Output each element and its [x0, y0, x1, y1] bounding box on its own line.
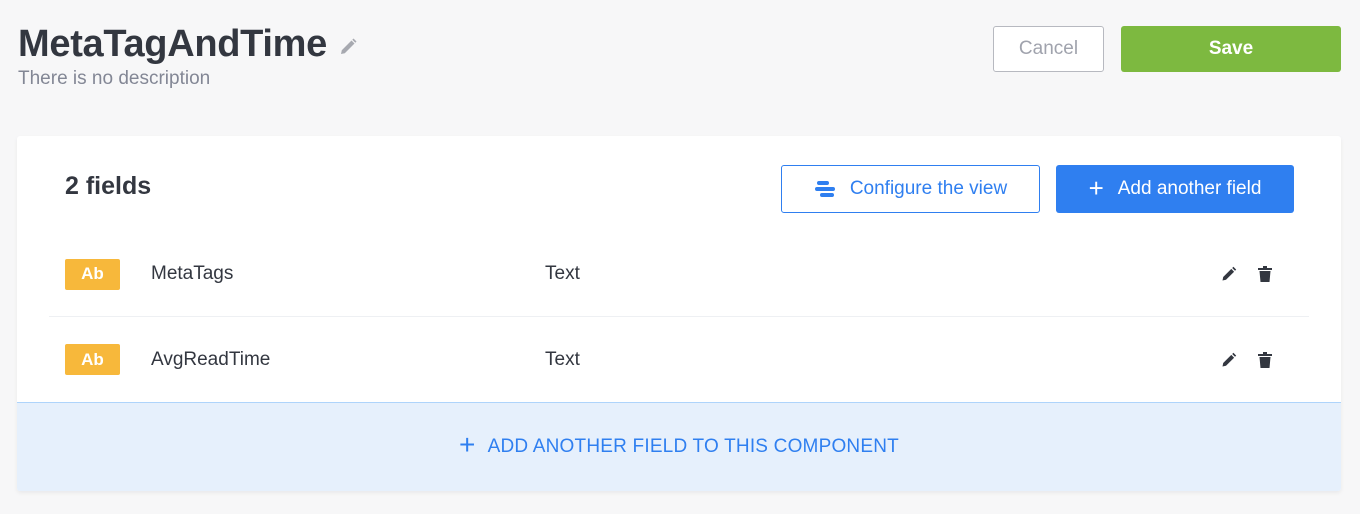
page-title: MetaTagAndTime [18, 23, 327, 65]
title-row: MetaTagAndTime [18, 22, 359, 66]
field-row: Ab AvgReadTime Text [49, 317, 1309, 402]
pencil-icon[interactable] [1219, 350, 1239, 370]
trash-icon[interactable] [1255, 350, 1275, 370]
add-another-field-button[interactable]: + Add another field [1056, 165, 1294, 213]
field-name: AvgReadTime [151, 348, 271, 370]
pencil-icon[interactable] [337, 36, 359, 58]
page-description: There is no description [18, 68, 211, 89]
text-type-badge: Ab [65, 344, 120, 375]
trash-icon[interactable] [1255, 264, 1275, 284]
field-type: Text [545, 348, 580, 370]
pencil-icon[interactable] [1219, 264, 1239, 284]
plus-icon: + [1088, 172, 1104, 203]
configure-view-label: Configure the view [849, 178, 1008, 199]
save-button[interactable]: Save [1121, 26, 1341, 72]
page-header: MetaTagAndTime There is no description [18, 22, 359, 90]
fields-count: 2 fields [65, 172, 152, 200]
add-another-field-label: Add another field [1117, 178, 1262, 199]
configure-view-button[interactable]: Configure the view [781, 165, 1040, 213]
text-type-badge: Ab [65, 258, 120, 290]
fields-card: 2 fields Configure the view + Add anothe… [17, 136, 1341, 491]
add-field-to-component-button[interactable]: + ADD ANOTHER FIELD TO THIS COMPONENT [17, 402, 1341, 491]
plus-icon: + [459, 429, 476, 460]
add-field-to-component-label: ADD ANOTHER FIELD TO THIS COMPONENT [487, 436, 899, 457]
cancel-button[interactable]: Cancel [993, 26, 1104, 72]
field-type: Text [545, 263, 580, 284]
field-row: Ab MetaTags Text [49, 232, 1309, 317]
layout-icon [814, 180, 836, 198]
field-name: MetaTags [151, 263, 234, 284]
